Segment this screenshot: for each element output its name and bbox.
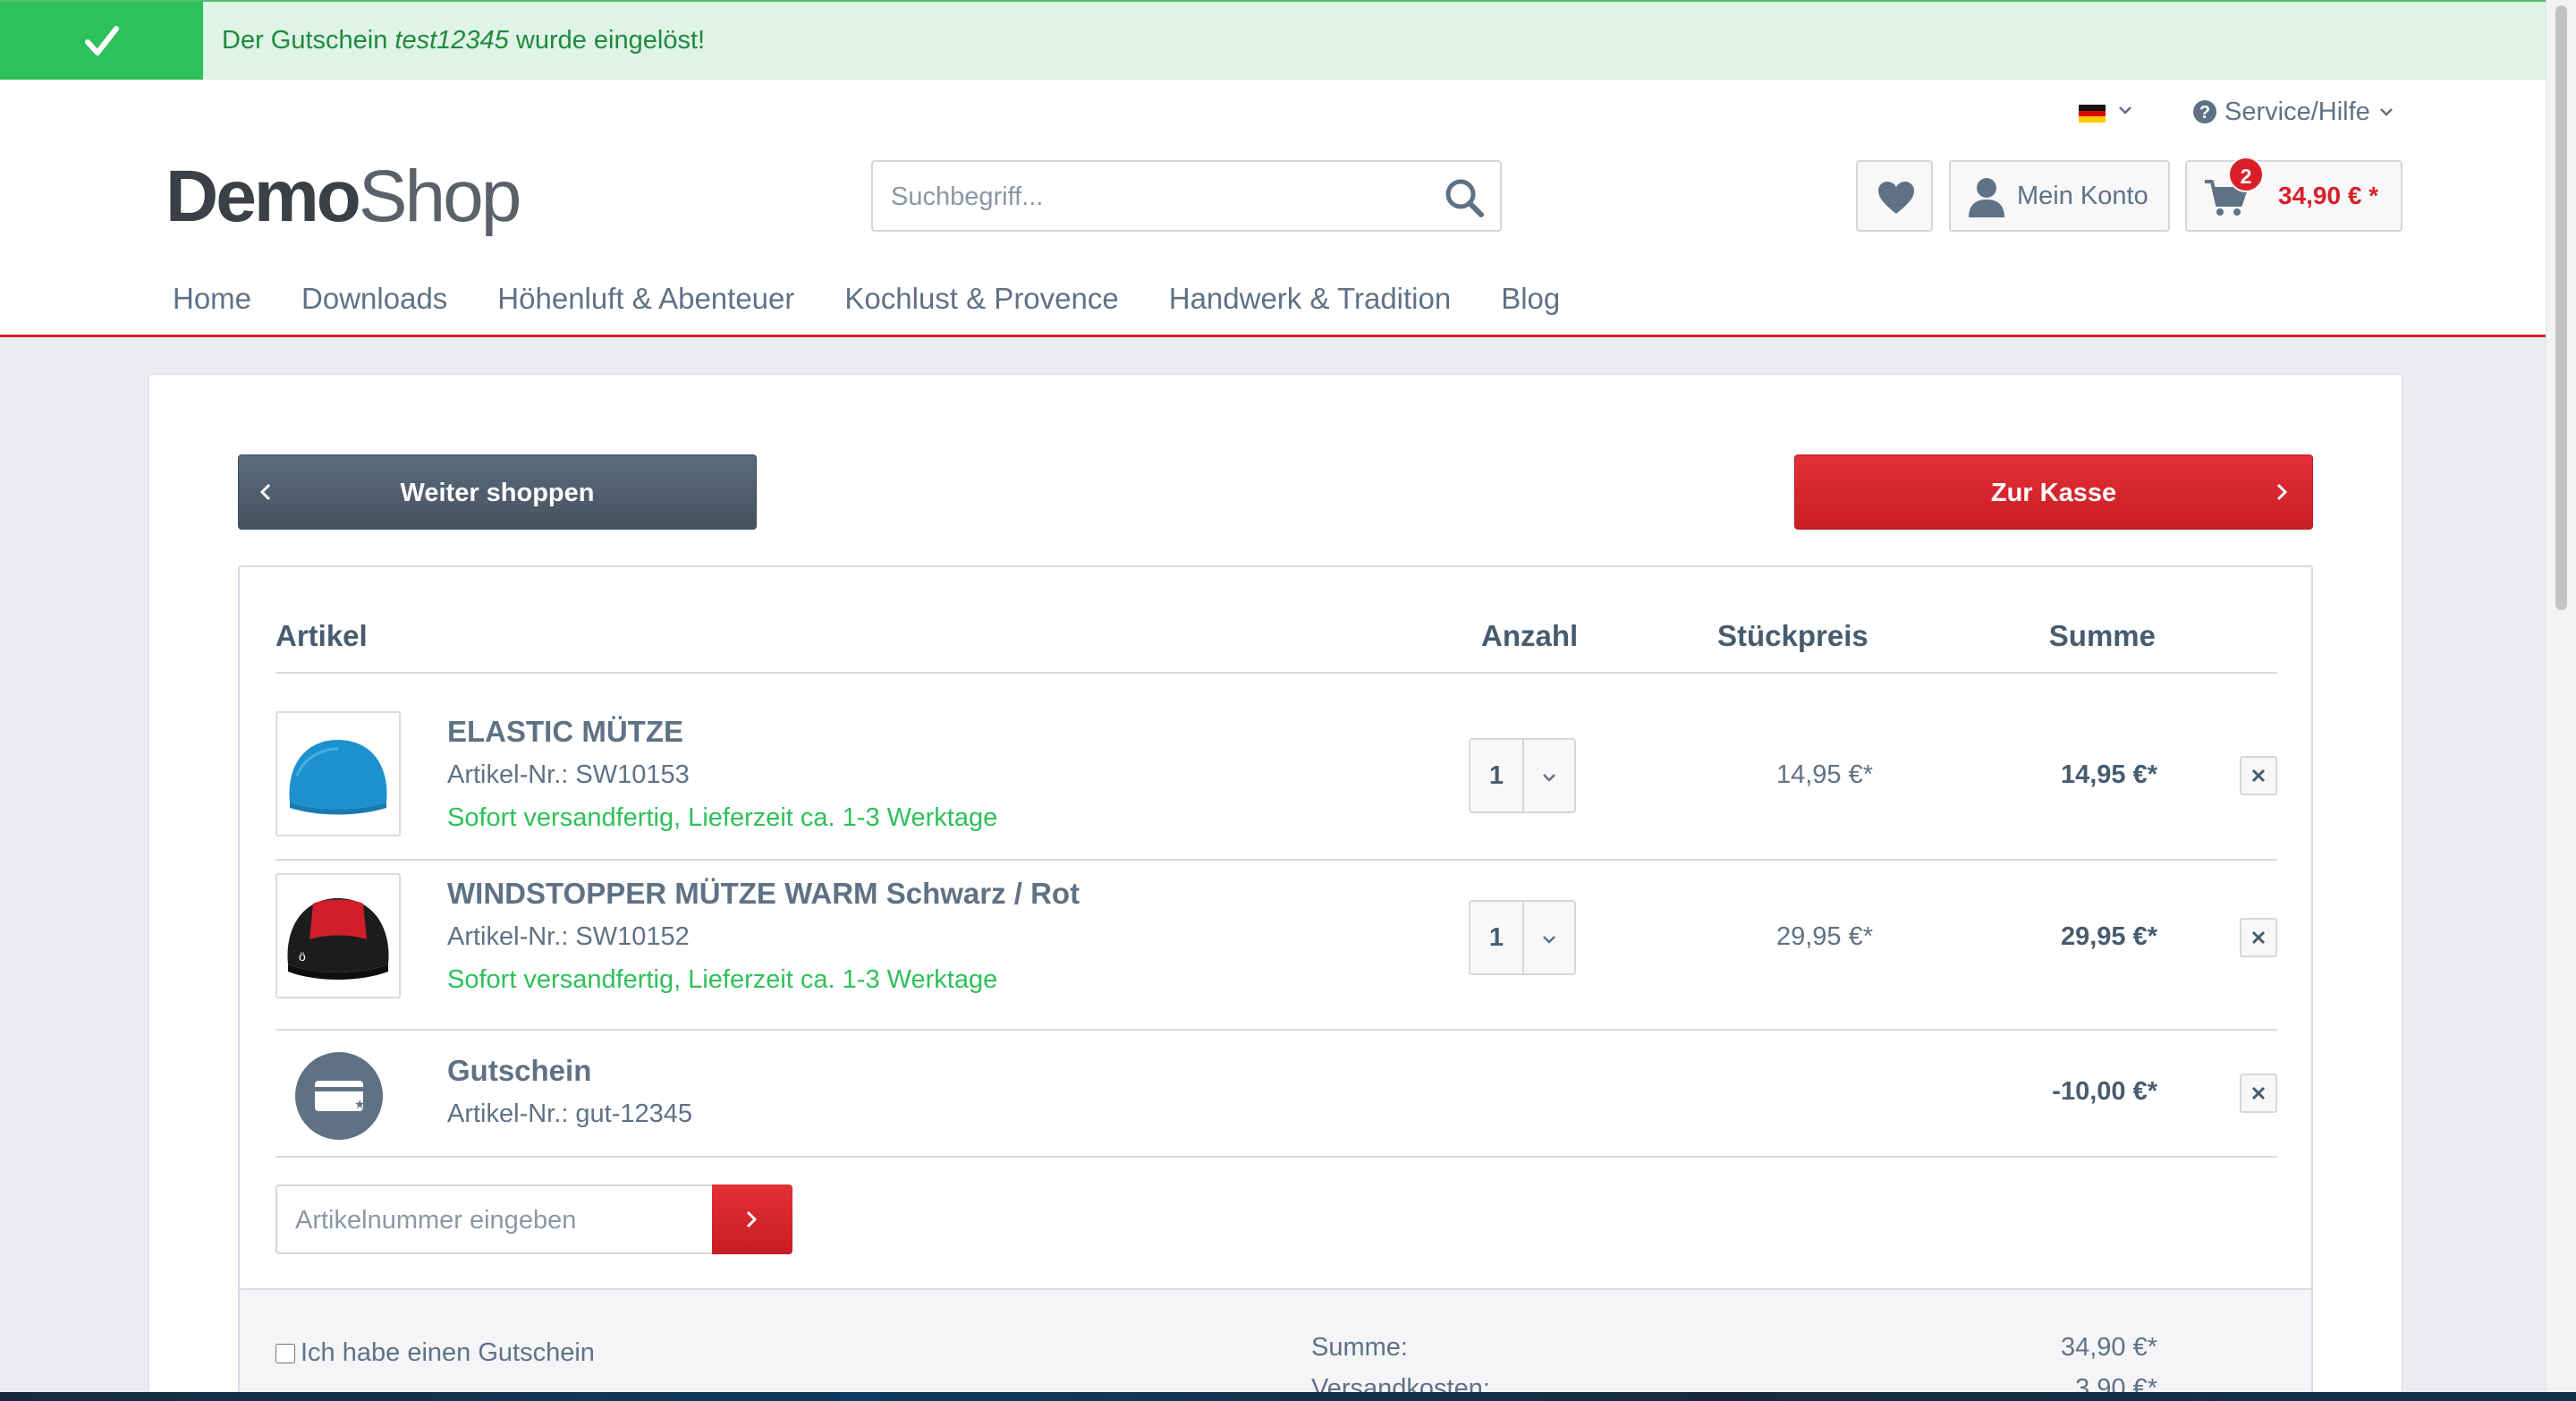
heart-icon (1878, 182, 1914, 214)
chevron-down-icon (1543, 774, 1555, 782)
cart-button[interactable]: 2 34,90 € * (2185, 157, 2402, 232)
user-icon (1969, 178, 2004, 217)
cart-count-badge: 2 (2228, 157, 2264, 192)
product-image[interactable] (275, 711, 401, 836)
page: Der Gutschein test12345 wurde eingelöst!… (0, 0, 2546, 1396)
remove-item-button[interactable] (2240, 756, 2277, 795)
scrollbar-thumb[interactable] (2555, 5, 2567, 610)
quantity-value: 1 (1470, 902, 1524, 973)
quantity-select[interactable]: 1 (1469, 738, 1576, 813)
nav-item-hoehenluft[interactable]: Höhenluft & Abenteuer (497, 282, 794, 316)
chevron-right-icon (2276, 483, 2288, 501)
cart-amount: 34,90 € * (2278, 182, 2379, 209)
help-icon: ? (2193, 100, 2216, 123)
chevron-left-icon (259, 483, 271, 501)
table-row: ELASTIC MÜTZE Artikel-Nr.: SW10153 Sofor… (240, 674, 2311, 844)
cart-table: Artikel Anzahl Stückpreis Summe ELASTIC … (238, 565, 2313, 1396)
product-name[interactable]: ELASTIC MÜTZE (447, 715, 683, 749)
column-header-article: Artikel (275, 619, 368, 652)
account-label: Mein Konto (2017, 182, 2148, 210)
close-icon (2251, 1086, 2266, 1100)
chevron-down-icon (2379, 108, 2393, 116)
voucher-icon: ★ (295, 1052, 383, 1140)
sum-value: 34,90 €* (2060, 1333, 2157, 1362)
voucher-checkbox[interactable] (275, 1343, 295, 1363)
notification-message: Der Gutschein test12345 wurde eingelöst! (222, 26, 706, 55)
continue-shopping-button[interactable]: Weiter shoppen (238, 454, 757, 530)
product-number: Artikel-Nr.: SW10152 (447, 922, 690, 951)
search-box (871, 160, 1502, 232)
sum-label: Summe: (1311, 1333, 1408, 1362)
quantity-value: 1 (1470, 740, 1524, 811)
product-image[interactable]: ö (275, 873, 401, 998)
delivery-status: Sofort versandfertig, Lieferzeit ca. 1-3… (447, 965, 998, 994)
remove-item-button[interactable] (2240, 918, 2277, 957)
add-article-button[interactable] (712, 1184, 792, 1254)
quantity-select[interactable]: 1 (1469, 900, 1576, 975)
close-icon (2251, 930, 2266, 945)
article-number-input[interactable] (293, 1197, 673, 1244)
voucher-name: Gutschein (447, 1054, 592, 1087)
nav-item-home[interactable]: Home (173, 282, 251, 316)
svg-text:ö: ö (299, 949, 306, 964)
voucher-checkbox-label: Ich habe einen Gutschein (301, 1338, 595, 1367)
nav-item-kochlust[interactable]: Kochlust & Provence (844, 282, 1118, 316)
table-row-voucher: ★ Gutschein Artikel-Nr.: gut-12345 -10,0… (240, 1031, 2311, 1156)
column-header-total: Summe (2048, 619, 2156, 652)
unit-price: 14,95 €* (1775, 760, 1873, 789)
desktop-background-strip (0, 1392, 2576, 1401)
nav-item-blog[interactable]: Blog (1501, 282, 1560, 316)
checkmark-icon (0, 2, 203, 80)
cart-summary: Ich habe einen Gutschein Summe: 34,90 €*… (240, 1288, 2311, 1396)
site-header: ? Service/Hilfe DemoShop Mein Konto 2 34… (0, 80, 2546, 337)
search-icon[interactable] (1443, 176, 1486, 219)
product-name[interactable]: WINDSTOPPER MÜTZE WARM Schwarz / Rot (447, 877, 1080, 911)
add-article-form (275, 1184, 792, 1254)
row-divider (275, 1156, 2277, 1158)
product-number: Artikel-Nr.: SW10153 (447, 760, 690, 789)
search-input[interactable] (889, 173, 1394, 221)
account-button[interactable]: Mein Konto (1949, 160, 2170, 232)
main-navigation: Home Downloads Höhenluft & Abenteuer Koc… (173, 282, 1560, 316)
nav-item-downloads[interactable]: Downloads (301, 282, 447, 316)
wishlist-button[interactable] (1856, 160, 1933, 232)
service-help-menu[interactable]: ? Service/Hilfe (2192, 94, 2395, 130)
voucher-code: test12345 (394, 26, 509, 55)
line-total: 29,95 €* (2060, 922, 2157, 951)
chevron-down-icon (2119, 106, 2131, 115)
german-flag-icon (2079, 105, 2106, 123)
chevron-down-icon (1543, 936, 1555, 944)
nav-item-handwerk[interactable]: Handwerk & Tradition (1169, 282, 1451, 316)
svg-text:?: ? (2199, 103, 2210, 123)
remove-voucher-button[interactable] (2240, 1074, 2277, 1113)
language-switcher[interactable] (2079, 98, 2132, 128)
unit-price: 29,95 €* (1775, 922, 1873, 951)
voucher-total: -10,00 €* (2052, 1077, 2157, 1106)
voucher-number: Artikel-Nr.: gut-12345 (447, 1100, 693, 1128)
shop-logo[interactable]: DemoShop (165, 160, 521, 234)
close-icon (2251, 768, 2266, 783)
success-notification: Der Gutschein test12345 wurde eingelöst! (0, 0, 2546, 80)
checkout-button[interactable]: Zur Kasse (1794, 454, 2313, 530)
table-row: ö WINDSTOPPER MÜTZE WARM Schwarz / Rot A… (240, 861, 2311, 1031)
chevron-right-icon (746, 1210, 758, 1228)
service-label: Service/Hilfe (2224, 97, 2370, 126)
line-total: 14,95 €* (2060, 760, 2157, 789)
delivery-status: Sofort versandfertig, Lieferzeit ca. 1-3… (447, 803, 998, 832)
voucher-checkbox-row[interactable]: Ich habe einen Gutschein (275, 1338, 595, 1368)
svg-text:★: ★ (354, 1097, 365, 1111)
